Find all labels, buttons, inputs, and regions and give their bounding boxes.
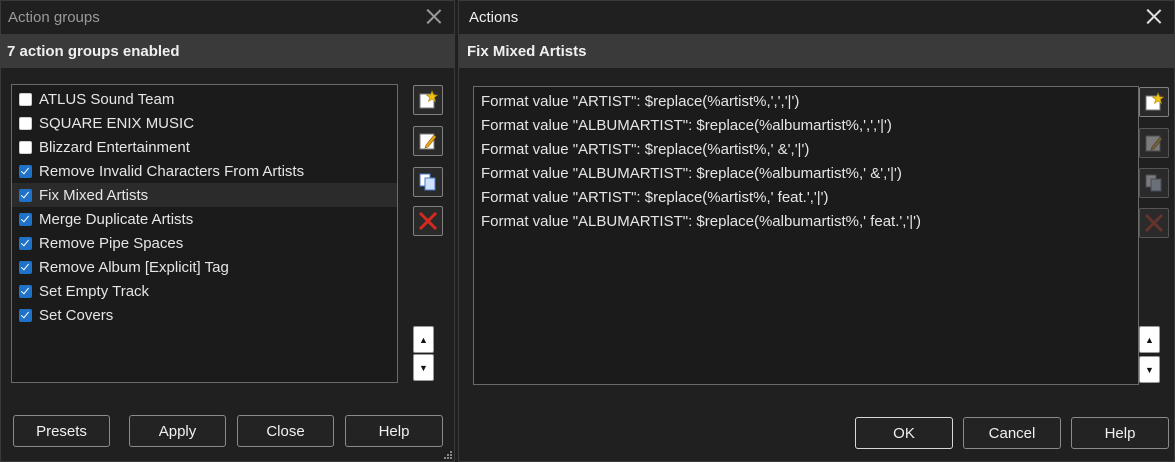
actions-window: Actions Fix Mixed Artists Format value "… (458, 0, 1175, 462)
checkbox-checked[interactable] (19, 260, 32, 274)
list-item-label: Set Empty Track (39, 282, 150, 300)
list-item[interactable]: Format value "ALBUMARTIST": $replace(%al… (474, 209, 1138, 233)
list-item[interactable]: Merge Duplicate Artists (12, 207, 397, 231)
close-icon[interactable] (426, 8, 442, 24)
list-item-label: ATLUS Sound Team (39, 90, 175, 108)
list-item-label: Blizzard Entertainment (39, 138, 190, 156)
delete-x-icon (1144, 213, 1164, 233)
list-item[interactable]: Remove Pipe Spaces (12, 231, 397, 255)
window-title: Actions (469, 8, 519, 26)
list-item[interactable]: Blizzard Entertainment (12, 135, 397, 159)
list-item[interactable]: Remove Album [Explicit] Tag (12, 255, 397, 279)
window-title: Action groups (8, 8, 100, 26)
move-up-button[interactable]: ▲ (413, 326, 434, 353)
list-item[interactable]: Remove Invalid Characters From Artists (12, 159, 397, 183)
arrow-up-icon: ▲ (1145, 334, 1154, 345)
group-name-header: Fix Mixed Artists (459, 34, 1174, 68)
list-item[interactable]: ATLUS Sound Team (12, 87, 397, 111)
enabled-count-header: 7 action groups enabled (1, 34, 454, 68)
list-item[interactable]: Format value "ALBUMARTIST": $replace(%al… (474, 161, 1138, 185)
add-star-icon (1145, 92, 1164, 111)
edit-pencil-icon (1145, 135, 1163, 152)
list-item-label: Merge Duplicate Artists (39, 210, 194, 228)
list-item[interactable]: Set Empty Track (12, 279, 397, 303)
list-item-label: Remove Invalid Characters From Artists (39, 162, 305, 180)
list-item[interactable]: Fix Mixed Artists (12, 183, 397, 207)
ok-button[interactable]: OK (855, 417, 953, 449)
list-item-label: Fix Mixed Artists (39, 186, 149, 204)
help-button[interactable]: Help (1071, 417, 1169, 449)
title-bar: Actions (459, 1, 1174, 33)
checkbox-unchecked[interactable] (19, 140, 32, 154)
list-item[interactable]: Set Covers (12, 303, 397, 327)
presets-button[interactable]: Presets (13, 415, 110, 447)
add-action-button[interactable] (1139, 87, 1169, 117)
list-item[interactable]: Format value "ARTIST": $replace(%artist%… (474, 185, 1138, 209)
copy-icon (419, 173, 436, 191)
checkbox-checked[interactable] (19, 308, 32, 322)
list-item[interactable]: Format value "ALBUMARTIST": $replace(%al… (474, 113, 1138, 137)
checkbox-unchecked[interactable] (19, 116, 32, 130)
actions-list[interactable]: Format value "ARTIST": $replace(%artist%… (473, 86, 1139, 385)
list-item-label: SQUARE ENIX MUSIC (39, 114, 195, 132)
close-button[interactable]: Close (237, 415, 334, 447)
move-down-button[interactable]: ▼ (1139, 356, 1160, 383)
list-item[interactable]: SQUARE ENIX MUSIC (12, 111, 397, 135)
copy-icon (1145, 174, 1162, 192)
action-groups-list[interactable]: ATLUS Sound Team SQUARE ENIX MUSIC Blizzar… (11, 84, 398, 383)
resize-grip[interactable] (442, 449, 452, 459)
title-bar: Action groups (1, 1, 454, 33)
checkbox-checked[interactable] (19, 188, 32, 202)
checkbox-checked[interactable] (19, 212, 32, 226)
delete-action-button[interactable] (1139, 208, 1169, 238)
arrow-down-icon: ▼ (419, 362, 428, 373)
action-groups-window: Action groups 7 action groups enabled AT… (0, 0, 455, 462)
list-item-label: Remove Pipe Spaces (39, 234, 184, 252)
checkbox-checked[interactable] (19, 164, 32, 178)
cancel-button[interactable]: Cancel (963, 417, 1061, 449)
arrow-down-icon: ▼ (1145, 364, 1154, 375)
list-item-label: Remove Album [Explicit] Tag (39, 258, 229, 276)
delete-x-icon (418, 211, 438, 231)
checkbox-unchecked[interactable] (19, 92, 32, 106)
edit-group-button[interactable] (413, 126, 443, 156)
move-up-button[interactable]: ▲ (1139, 326, 1160, 353)
add-star-icon (419, 90, 438, 109)
apply-button[interactable]: Apply (129, 415, 226, 447)
checkbox-checked[interactable] (19, 236, 32, 250)
checkbox-checked[interactable] (19, 284, 32, 298)
copy-action-button[interactable] (1139, 168, 1169, 198)
list-item[interactable]: Format value "ARTIST": $replace(%artist%… (474, 89, 1138, 113)
close-icon[interactable] (1146, 8, 1162, 24)
delete-group-button[interactable] (413, 206, 443, 236)
copy-group-button[interactable] (413, 167, 443, 197)
edit-pencil-icon (419, 133, 437, 150)
move-down-button[interactable]: ▼ (413, 354, 434, 381)
help-button[interactable]: Help (345, 415, 443, 447)
list-item-label: Set Covers (39, 306, 114, 324)
arrow-up-icon: ▲ (419, 334, 428, 345)
list-item[interactable]: Format value "ARTIST": $replace(%artist%… (474, 137, 1138, 161)
add-group-button[interactable] (413, 85, 443, 115)
edit-action-button[interactable] (1139, 128, 1169, 158)
